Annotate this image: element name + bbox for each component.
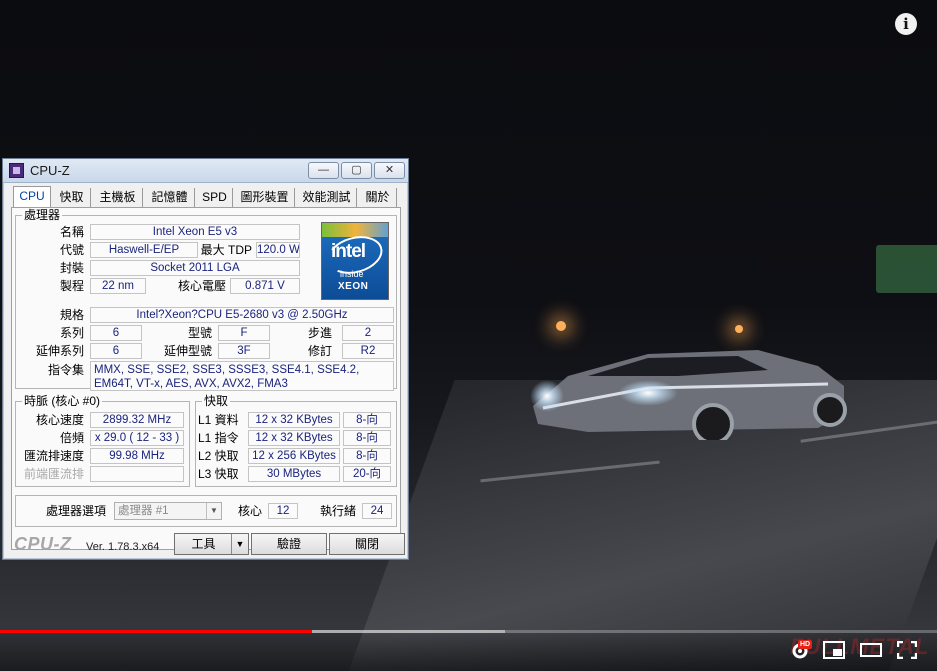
ext-family-value: 6 xyxy=(90,343,142,359)
cache-row-label: L1 指令 xyxy=(198,431,239,445)
specification-value: Intel?Xeon?CPU E5-2680 v3 @ 2.50GHz xyxy=(90,307,394,323)
model-label: 型號 xyxy=(187,326,212,340)
cores-value: 12 xyxy=(268,503,298,519)
intel-xeon-logo: intel inside XEON xyxy=(321,222,389,300)
codename-value: Haswell-E/EP xyxy=(90,242,198,258)
family-value: 6 xyxy=(90,325,142,341)
specification-label: 規格 xyxy=(59,308,84,322)
fsb-label: 前端匯流排 xyxy=(23,467,84,481)
cache-row-way: 20-向 xyxy=(343,466,391,482)
restore-button[interactable]: ▢ xyxy=(341,162,372,179)
cache-row-size: 12 x 32 KBytes xyxy=(248,430,340,446)
headlight xyxy=(530,380,564,412)
codename-label: 代號 xyxy=(59,243,84,257)
player-controls: FULLMETAL HD xyxy=(0,633,937,671)
tab-memory[interactable]: 記憶體 xyxy=(145,188,195,207)
threads-label: 執行緒 xyxy=(319,504,356,518)
tab-cache[interactable]: 快取 xyxy=(53,188,91,207)
cache-row-way: 8-向 xyxy=(343,412,391,428)
processor-selection-label: 處理器選項 xyxy=(45,504,106,518)
processor-select[interactable]: 處理器 #1 ▼ xyxy=(114,502,222,520)
clocks-group: 時脈 (核心 #0) 核心速度 2899.32 MHz 倍頻 x 29.0 ( … xyxy=(15,394,190,487)
cpu-panel: 處理器 名稱 Intel Xeon E5 v3 代號 Haswell-E/EP … xyxy=(11,207,401,550)
cpuz-app-icon xyxy=(9,163,24,178)
core-voltage-label: 核心電壓 xyxy=(177,279,226,293)
cache-row-label: L2 快取 xyxy=(198,449,239,463)
ext-model-value: 3F xyxy=(218,343,270,359)
cache-row-way: 8-向 xyxy=(343,430,391,446)
street-lamp xyxy=(735,325,743,333)
model-value: F xyxy=(218,325,270,341)
stepping-label: 步進 xyxy=(307,326,332,340)
selection-group: 處理器選項 處理器 #1 ▼ 核心 12 執行緒 24 xyxy=(15,495,397,527)
sports-car xyxy=(533,350,847,440)
cpuz-brand-logo: CPU-Z xyxy=(14,534,72,554)
validate-button[interactable]: 驗證 xyxy=(251,533,327,555)
cache-row-size: 30 MBytes xyxy=(248,466,340,482)
tab-cpu[interactable]: CPU xyxy=(13,186,51,207)
fullscreen-icon[interactable] xyxy=(897,641,917,659)
theater-mode-icon[interactable] xyxy=(860,641,882,659)
minimize-button[interactable]: — xyxy=(308,162,339,179)
chevron-down-icon: ▼ xyxy=(206,503,221,519)
info-icon[interactable]: i xyxy=(895,13,917,35)
family-label: 系列 xyxy=(59,326,84,340)
tab-spd[interactable]: SPD xyxy=(197,188,233,207)
tab-mainboard[interactable]: 主機板 xyxy=(93,188,143,207)
core-speed-value: 2899.32 MHz xyxy=(90,412,184,428)
cache-row-size: 12 x 32 KBytes xyxy=(248,412,340,428)
package-value: Socket 2011 LGA xyxy=(90,260,300,276)
title-bar[interactable]: CPU-Z — ▢ ✕ xyxy=(3,159,408,183)
bus-speed-label: 匯流排速度 xyxy=(23,449,84,463)
multiplier-value: x 29.0 ( 12 - 33 ) xyxy=(90,430,184,446)
cache-row-label: L3 快取 xyxy=(198,467,239,481)
close-button[interactable]: ✕ xyxy=(374,162,405,179)
tab-graphics[interactable]: 圖形裝置 xyxy=(235,188,295,207)
core-voltage-value: 0.871 V xyxy=(230,278,300,294)
tab-about[interactable]: 關於 xyxy=(359,188,397,207)
core-speed-label: 核心速度 xyxy=(35,413,84,427)
name-label: 名稱 xyxy=(59,225,84,239)
clocks-legend: 時脈 (核心 #0) xyxy=(22,394,103,408)
revision-label: 修訂 xyxy=(307,344,332,358)
street-lamp xyxy=(556,321,566,331)
threads-value: 24 xyxy=(362,503,392,519)
hd-badge: HD xyxy=(798,640,813,649)
processor-legend: 處理器 xyxy=(22,208,63,222)
cache-row-size: 12 x 256 KBytes xyxy=(248,448,340,464)
cache-group: 快取 L1 資料 12 x 32 KBytes 8-向 L1 指令 12 x 3… xyxy=(195,394,397,487)
bus-speed-value: 99.98 MHz xyxy=(90,448,184,464)
headlight xyxy=(618,380,678,406)
instructions-label: 指令集 xyxy=(47,363,84,377)
cache-legend: 快取 xyxy=(202,394,231,408)
instructions-value: MMX, SSE, SSE2, SSE3, SSSE3, SSE4.1, SSE… xyxy=(90,361,394,391)
cores-label: 核心 xyxy=(237,504,262,518)
technology-value: 22 nm xyxy=(90,278,146,294)
window-title: CPU-Z xyxy=(30,163,70,178)
tools-button[interactable]: 工具 ▼ xyxy=(174,533,249,555)
highway-sign xyxy=(876,245,937,293)
technology-label: 製程 xyxy=(59,279,84,293)
stepping-value: 2 xyxy=(342,325,394,341)
cache-row-label: L1 資料 xyxy=(198,413,239,427)
cpuz-window: CPU-Z — ▢ ✕ CPU 快取 主機板 記憶體 SPD 圖形裝置 效能測試… xyxy=(2,158,409,560)
processor-group: 處理器 名稱 Intel Xeon E5 v3 代號 Haswell-E/EP … xyxy=(15,208,397,391)
tdp-label: 最大 TDP xyxy=(200,243,252,257)
ext-family-label: 延伸系列 xyxy=(35,344,84,358)
tools-dropdown-icon[interactable]: ▼ xyxy=(231,534,248,554)
miniplayer-icon[interactable] xyxy=(823,641,845,659)
revision-value: R2 xyxy=(342,343,394,359)
version-label: Ver. 1.78.3.x64 xyxy=(86,541,160,553)
tdp-value: 120.0 W xyxy=(256,242,300,258)
name-value: Intel Xeon E5 v3 xyxy=(90,224,300,240)
multiplier-label: 倍頻 xyxy=(59,431,84,445)
ext-model-label: 延伸型號 xyxy=(163,344,212,358)
close-app-button[interactable]: 關閉 xyxy=(329,533,405,555)
fsb-value xyxy=(90,466,184,482)
package-label: 封裝 xyxy=(59,261,84,275)
cache-row-way: 8-向 xyxy=(343,448,391,464)
tab-bench[interactable]: 效能測試 xyxy=(297,188,357,207)
